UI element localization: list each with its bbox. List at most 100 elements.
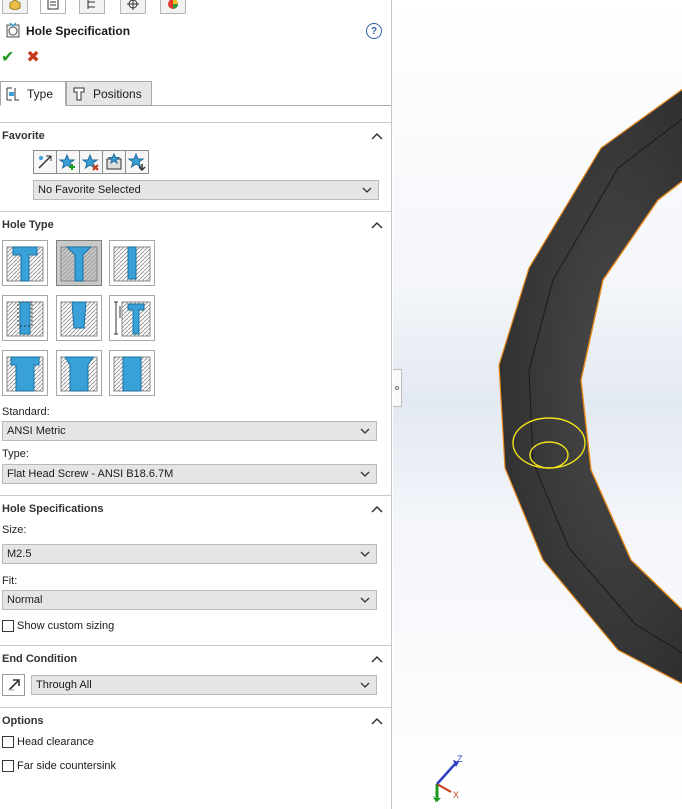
fit-select[interactable]: Normal bbox=[2, 590, 377, 610]
tab-positions[interactable]: Positions bbox=[66, 81, 152, 106]
axis-triad: Z X Y bbox=[433, 754, 463, 802]
chevron-down-icon bbox=[360, 682, 370, 688]
head-clearance-checkbox[interactable] bbox=[2, 736, 14, 748]
divider bbox=[0, 495, 391, 496]
chevron-down-icon bbox=[360, 551, 370, 557]
end-condition-select[interactable]: Through All bbox=[31, 675, 377, 695]
configuration-icon bbox=[87, 0, 95, 9]
far-side-countersink-row: Far side countersink bbox=[2, 760, 116, 772]
size-select[interactable]: M2.5 bbox=[2, 544, 377, 564]
counterbore-slot-button[interactable] bbox=[2, 350, 48, 396]
hole-type-icon bbox=[6, 87, 19, 100]
standard-select[interactable]: ANSI Metric bbox=[2, 421, 377, 441]
far-side-countersink-checkbox[interactable] bbox=[2, 760, 14, 772]
load-favorite-button[interactable] bbox=[125, 150, 149, 174]
graphics-viewport[interactable]: Z X Y bbox=[393, 0, 682, 809]
slot-icon bbox=[113, 356, 151, 392]
ok-button[interactable]: ✔ bbox=[1, 48, 14, 68]
fit-select-value: Normal bbox=[7, 594, 43, 606]
countersink-slot-icon bbox=[60, 356, 98, 392]
collapse-end-condition-icon[interactable] bbox=[371, 655, 383, 663]
hole-wizard-icon bbox=[3, 21, 23, 41]
slot-button[interactable] bbox=[109, 350, 155, 396]
displaymanager-tab[interactable] bbox=[160, 0, 186, 14]
triad-x-label: X bbox=[453, 790, 459, 800]
head-clearance-row: Head clearance bbox=[2, 736, 94, 748]
favorite-section-title: Favorite bbox=[2, 130, 45, 142]
chevron-down-icon bbox=[360, 428, 370, 434]
tab-type[interactable]: Type bbox=[0, 81, 66, 106]
pm-title-row: Hole Specification ? bbox=[0, 20, 391, 42]
type-select[interactable]: Flat Head Screw - ANSI B18.6.7M bbox=[2, 464, 377, 484]
collapse-hole-specs-icon[interactable] bbox=[371, 505, 383, 513]
divider bbox=[0, 645, 391, 646]
favorite-select[interactable]: No Favorite Selected bbox=[33, 180, 379, 200]
cancel-button[interactable]: ✖ bbox=[26, 48, 39, 68]
propertymanager-tab[interactable] bbox=[40, 0, 66, 14]
load-favorite-icon bbox=[128, 153, 146, 171]
add-favorite-button[interactable] bbox=[56, 150, 80, 174]
save-favorite-button[interactable] bbox=[102, 150, 126, 174]
fit-label: Fit: bbox=[2, 575, 18, 587]
options-section-title: Options bbox=[2, 715, 44, 727]
chevron-down-icon bbox=[362, 187, 372, 193]
triad-z-label: Z bbox=[457, 754, 463, 764]
type-select-value: Flat Head Screw - ANSI B18.6.7M bbox=[7, 468, 174, 480]
counterbore-slot-icon bbox=[6, 356, 44, 392]
property-manager-panel: Hole Specification ? ✔ ✖ Type Positions … bbox=[0, 0, 392, 809]
straight-tap-button[interactable] bbox=[2, 295, 48, 341]
collapse-options-icon[interactable] bbox=[371, 717, 383, 725]
simple-hole-icon bbox=[113, 246, 151, 282]
end-condition-select-value: Through All bbox=[36, 679, 92, 691]
featuremanager-tab[interactable] bbox=[2, 0, 28, 14]
ring-part[interactable] bbox=[393, 0, 682, 809]
divider bbox=[0, 211, 391, 212]
standard-select-value: ANSI Metric bbox=[7, 425, 66, 437]
divider bbox=[0, 122, 391, 123]
tab-type-label: Type bbox=[27, 86, 54, 101]
tapered-tap-button[interactable] bbox=[56, 295, 102, 341]
legacy-hole-button[interactable] bbox=[109, 295, 155, 341]
delete-favorite-icon bbox=[82, 153, 99, 171]
subtab-baseline bbox=[152, 105, 391, 106]
size-label: Size: bbox=[2, 524, 27, 536]
head-clearance-label: Head clearance bbox=[17, 736, 95, 748]
hole-button[interactable] bbox=[109, 240, 155, 286]
counterbore-button[interactable] bbox=[2, 240, 48, 286]
standard-label: Standard: bbox=[2, 406, 50, 418]
tapered-tap-icon bbox=[60, 301, 98, 337]
countersink-icon bbox=[60, 246, 98, 282]
delete-favorite-button[interactable] bbox=[79, 150, 103, 174]
countersink-button[interactable] bbox=[56, 240, 102, 286]
collapse-favorite-icon[interactable] bbox=[371, 132, 383, 140]
divider bbox=[0, 707, 391, 708]
show-custom-sizing-row: Show custom sizing bbox=[2, 620, 114, 632]
property-manager-icon bbox=[47, 0, 59, 9]
dimxpert-tab[interactable] bbox=[120, 0, 146, 14]
hole-type-section-title: Hole Type bbox=[2, 219, 54, 231]
reverse-direction-button[interactable] bbox=[2, 674, 25, 696]
countersink-slot-button[interactable] bbox=[56, 350, 102, 396]
show-custom-sizing-label: Show custom sizing bbox=[17, 620, 115, 632]
configurationmanager-tab[interactable] bbox=[79, 0, 105, 14]
appearance-icon bbox=[168, 0, 178, 9]
ok-cancel-bar: ✔ ✖ bbox=[0, 48, 40, 68]
legacy-hole-icon bbox=[114, 301, 151, 337]
apply-defaults-button[interactable] bbox=[33, 150, 57, 174]
triad-y-label: Y bbox=[433, 795, 439, 802]
far-side-countersink-label: Far side countersink bbox=[17, 760, 117, 772]
tab-positions-label: Positions bbox=[93, 86, 142, 101]
part-icon bbox=[9, 0, 21, 10]
apply-defaults-icon bbox=[38, 155, 52, 169]
counterbore-icon bbox=[6, 246, 44, 282]
collapse-hole-type-icon[interactable] bbox=[371, 221, 383, 229]
page-title: Hole Specification bbox=[26, 24, 131, 38]
help-icon[interactable]: ? bbox=[366, 23, 382, 39]
show-custom-sizing-checkbox[interactable] bbox=[2, 620, 14, 632]
straight-tap-icon bbox=[6, 301, 44, 337]
save-favorite-icon bbox=[106, 153, 122, 170]
hole-position-icon bbox=[73, 87, 85, 100]
end-condition-section-title: End Condition bbox=[2, 653, 78, 665]
chevron-down-icon bbox=[360, 471, 370, 477]
add-favorite-icon bbox=[59, 153, 76, 170]
